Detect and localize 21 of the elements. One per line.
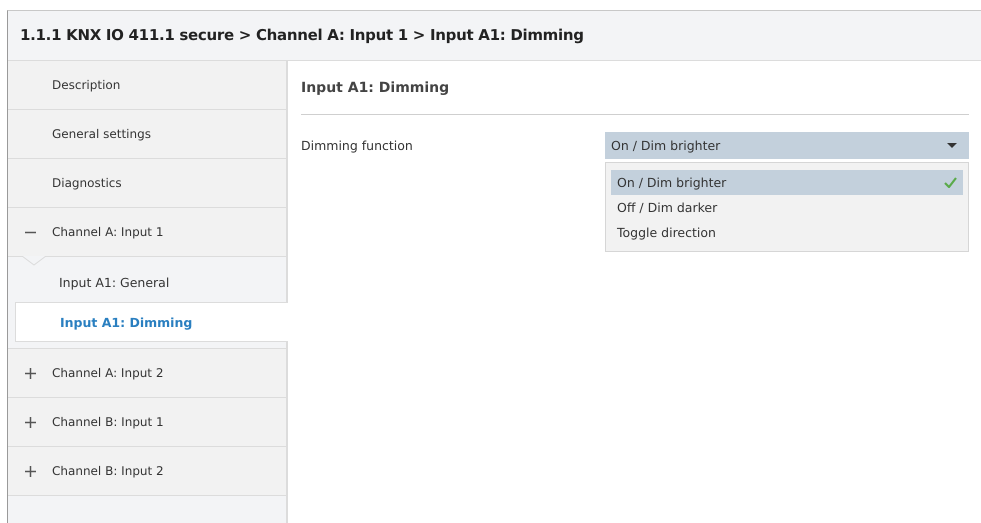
plus-icon[interactable] — [24, 368, 36, 378]
page-heading: Input A1: Dimming — [301, 61, 969, 115]
sidebar-item[interactable]: Diagnostics — [8, 159, 286, 208]
parameter-label: Dimming function — [301, 137, 414, 155]
dropdown[interactable]: On / Dim brighter — [605, 132, 969, 159]
sidebar-item[interactable]: Channel A: Input 1 — [8, 208, 286, 257]
sidebar-item[interactable]: Channel B: Input 1 — [8, 398, 286, 447]
sidebar-item[interactable]: Channel B: Input 2 — [8, 447, 286, 496]
sidebar-subitem[interactable]: Input A1: Dimming — [15, 302, 288, 342]
window-title: 1.1.1 KNX IO 411.1 secure > Channel A: Input 1 > Input A1: Dimming — [8, 11, 981, 61]
sidebar-subitem[interactable]: Input A1: General — [8, 257, 286, 302]
plus-icon[interactable] — [24, 466, 36, 476]
checkmark-icon — [944, 177, 957, 188]
dropdown-arrow-icon — [947, 142, 957, 148]
sidebar-item[interactable]: Description — [8, 61, 286, 110]
sidebar-item[interactable]: Channel A: Input 2 — [8, 349, 286, 398]
dropdown-option[interactable]: Off / Dim darker — [611, 195, 963, 220]
plus-icon[interactable] — [24, 416, 36, 428]
sidebar-item[interactable]: General settings — [8, 110, 286, 159]
dropdown-option[interactable]: Toggle direction — [611, 220, 963, 245]
dropdown-option[interactable]: On / Dim brighter — [611, 170, 963, 195]
